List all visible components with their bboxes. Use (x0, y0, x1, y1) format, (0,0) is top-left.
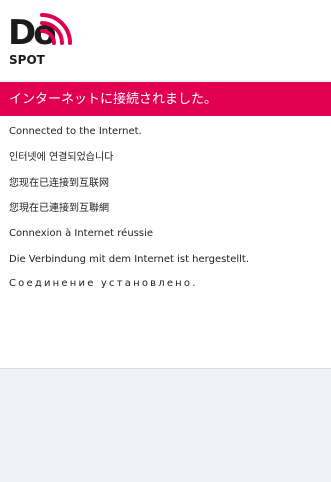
message-french: Connexion à Internet réussie (9, 228, 154, 239)
connection-page: Do SPOT インターネットに接続されました。 Connected to th… (0, 0, 331, 482)
connected-banner: インターネットに接続されました。 (0, 82, 331, 116)
message-german: Die Verbindung mit dem Internet ist herg… (9, 254, 250, 265)
header: Do SPOT (0, 0, 331, 80)
logo-sub-text: SPOT (9, 53, 45, 67)
message-english: Connected to the Internet. (9, 126, 142, 137)
message-chinese-traditional: 您現在已連接到互聯網 (9, 203, 109, 214)
message-korean: 인터넷에 연결되었습니다 (9, 152, 114, 163)
message-panel: Connected to the Internet. 인터넷에 연결되었습니다 … (0, 116, 331, 368)
banner-text: インターネットに接続されました。 (9, 92, 218, 107)
message-russian: Соединение установлено. (9, 278, 198, 289)
dospot-logo: Do SPOT (8, 11, 98, 75)
footer-area (0, 369, 331, 482)
wifi-signal-icon (40, 13, 72, 45)
message-chinese-simplified: 您现在已连接到互联网 (9, 178, 109, 189)
